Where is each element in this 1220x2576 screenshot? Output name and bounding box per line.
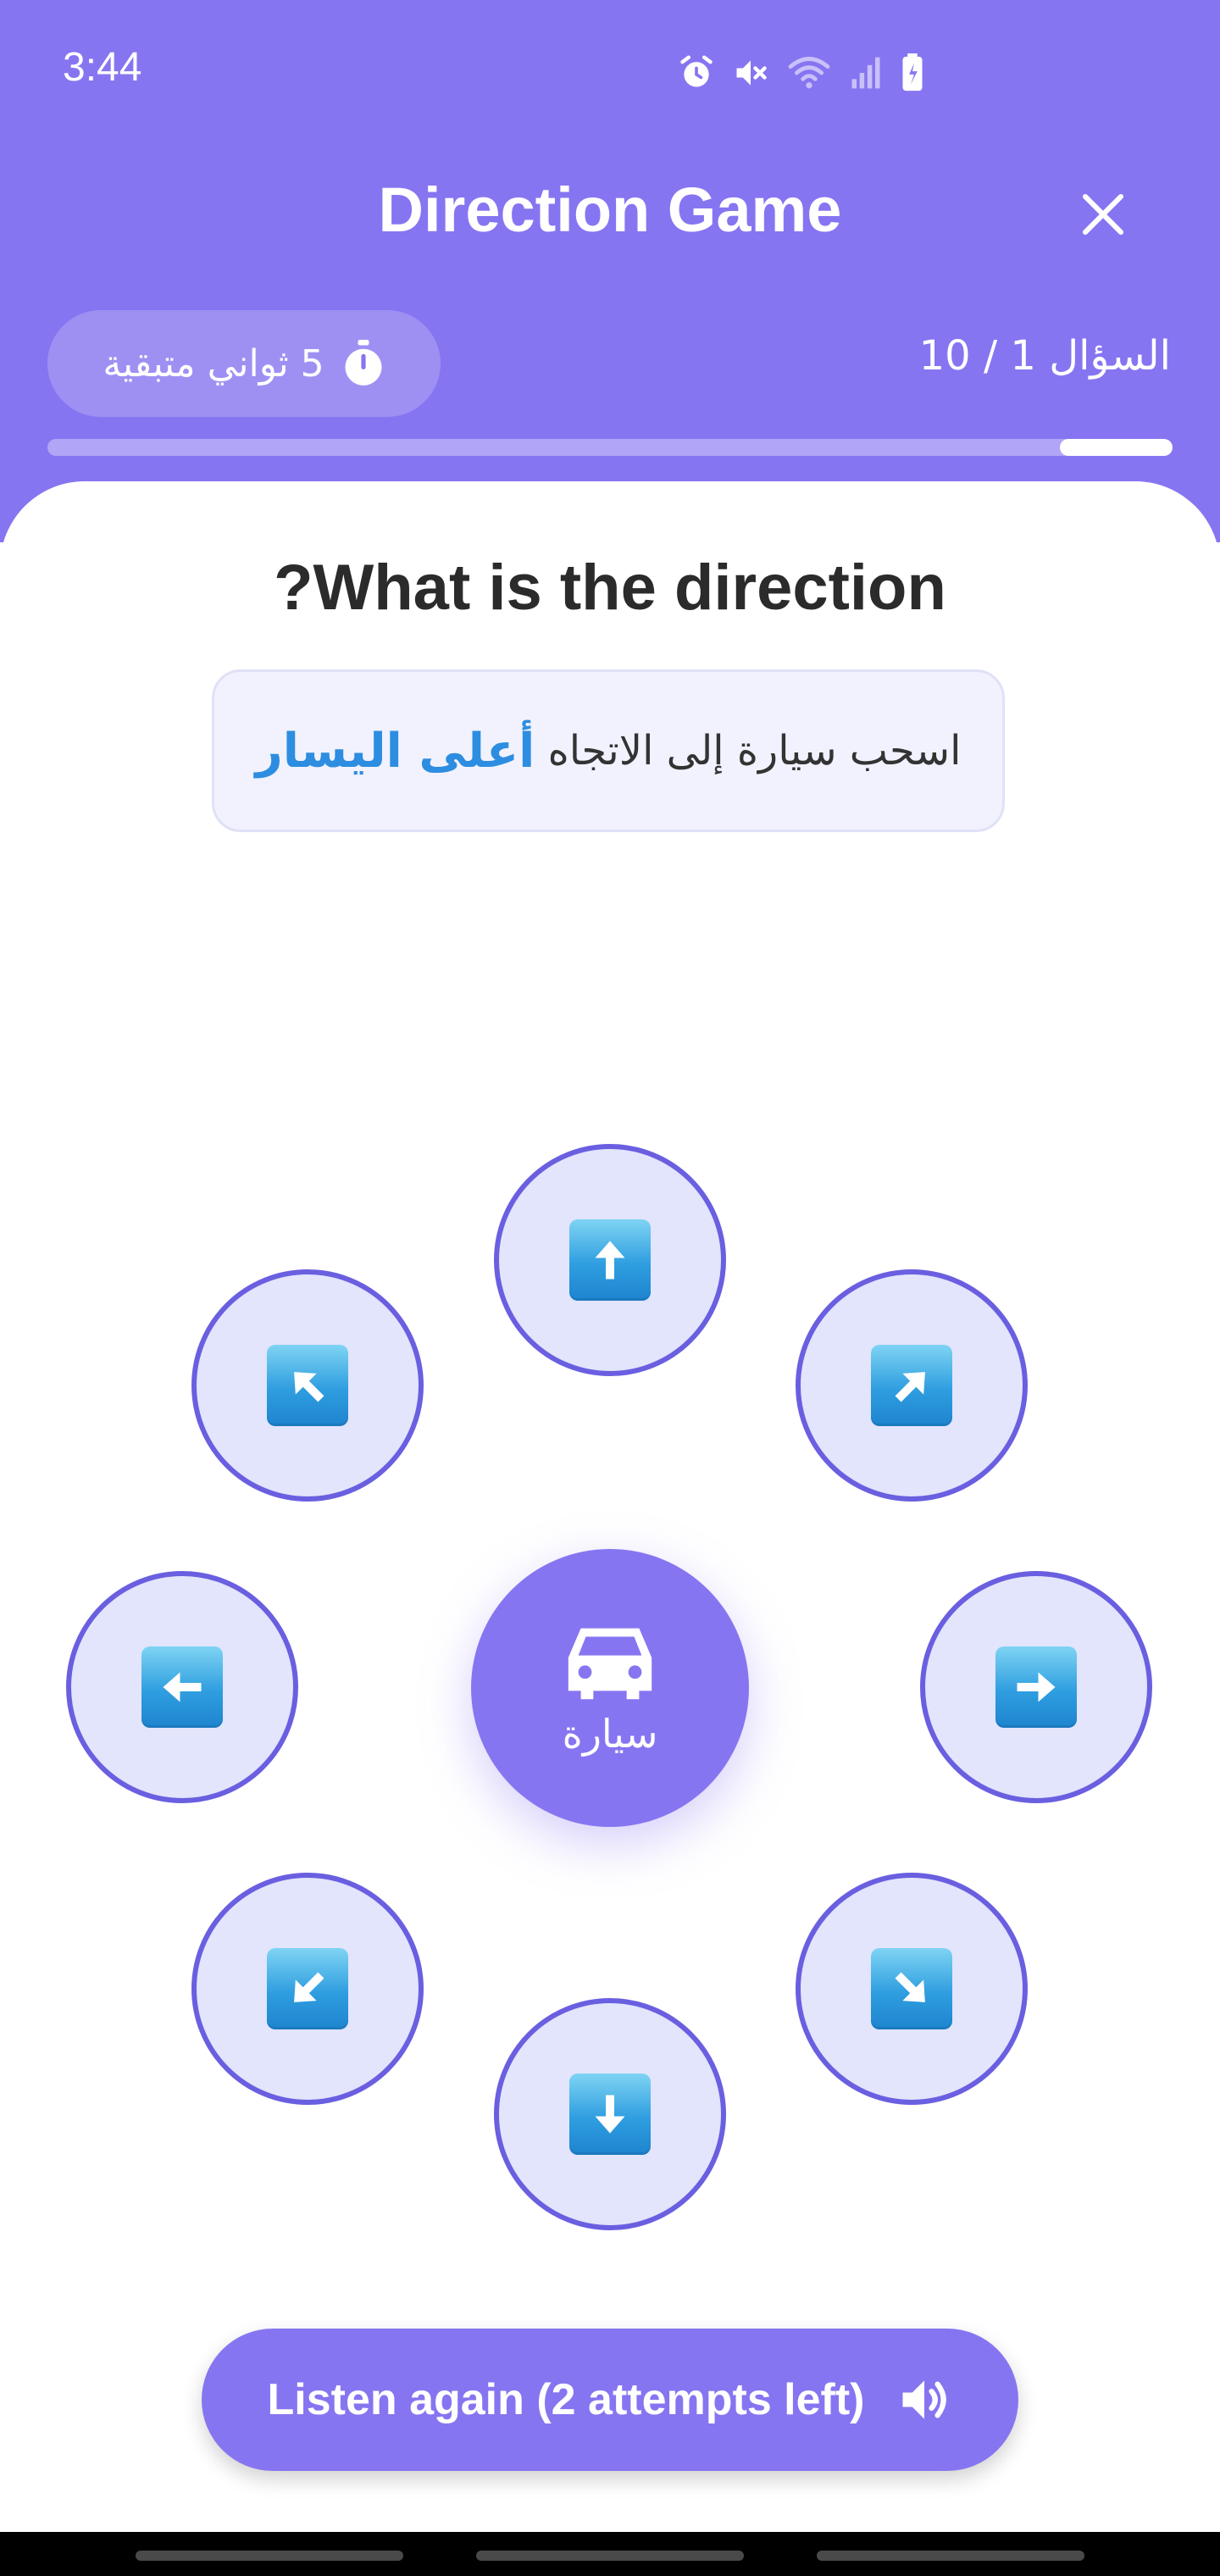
nav-recents-indicator[interactable]: [136, 2551, 403, 2561]
arrow-left-icon: [141, 1646, 223, 1728]
timer-text: 5 ثواني متبقية: [103, 341, 324, 386]
mute-icon: [736, 60, 767, 86]
system-nav-bar: [0, 2532, 1220, 2576]
question-text: What is the direction?: [274, 552, 946, 624]
car-draggable[interactable]: سيارة: [471, 1549, 749, 1827]
car-icon: [568, 1628, 652, 1700]
alarm-icon: [680, 55, 713, 87]
car-label: سيارة: [562, 1711, 658, 1757]
arrow-up-icon: [569, 1219, 651, 1301]
speaker-icon: [902, 2380, 946, 2419]
battery-icon: [902, 53, 923, 92]
question-counter: السؤال 1 / 10: [918, 332, 1171, 380]
wifi-icon: [788, 57, 830, 89]
close-icon: [1082, 193, 1124, 236]
arrow-down-icon: [569, 2074, 651, 2155]
direction-up-button[interactable]: [494, 1144, 726, 1376]
close-button[interactable]: [1069, 180, 1137, 248]
arrow-up-right-icon: [871, 1345, 952, 1426]
page-title: Direction Game: [378, 175, 842, 245]
direction-down-button[interactable]: [494, 1998, 726, 2230]
direction-down-right-button[interactable]: [796, 1873, 1028, 2105]
instruction-direction: أعلى اليسار: [255, 723, 535, 779]
signal-icon: [851, 57, 880, 89]
status-icons: [678, 49, 925, 97]
arrow-down-left-icon: [267, 1948, 348, 2029]
direction-up-left-button[interactable]: [191, 1269, 424, 1502]
nav-home-indicator[interactable]: [476, 2551, 744, 2561]
arrow-down-right-icon: [871, 1948, 952, 2029]
arrow-up-left-icon: [267, 1345, 348, 1426]
progress-fill: [1060, 439, 1173, 456]
direction-right-button[interactable]: [920, 1571, 1152, 1803]
instruction-prefix: اسحب سيارة إلى الاتجاه: [547, 727, 962, 774]
direction-down-left-button[interactable]: [191, 1873, 424, 2105]
stopwatch-icon: [345, 340, 382, 386]
listen-again-label: Listen again (2 attempts left): [267, 2375, 865, 2424]
direction-left-button[interactable]: [66, 1571, 298, 1803]
arrow-right-icon: [995, 1646, 1077, 1728]
status-time: 3:44: [63, 45, 142, 90]
progress-bar: [47, 439, 1173, 456]
listen-again-button[interactable]: Listen again (2 attempts left): [202, 2329, 1018, 2471]
header: [0, 0, 1220, 542]
nav-back-indicator[interactable]: [817, 2551, 1084, 2561]
instruction-box: اسحب سيارة إلى الاتجاه أعلى اليسار: [212, 669, 1005, 832]
timer-badge: 5 ثواني متبقية: [47, 310, 441, 417]
direction-up-right-button[interactable]: [796, 1269, 1028, 1502]
